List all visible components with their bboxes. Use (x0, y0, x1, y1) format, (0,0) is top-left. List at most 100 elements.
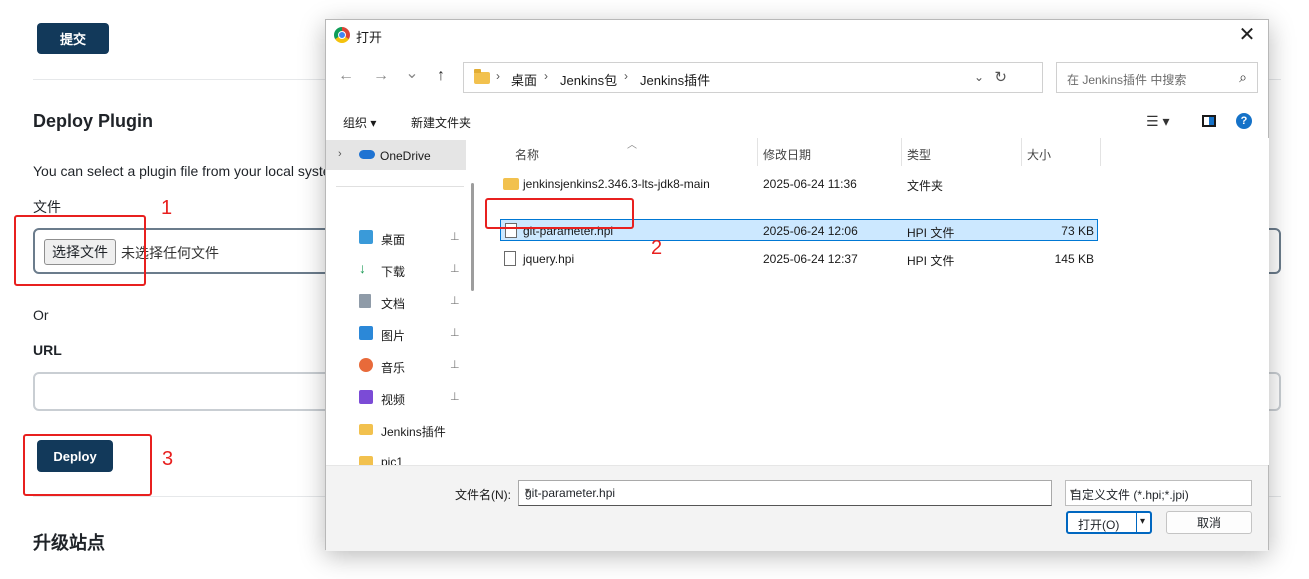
file-type: 文件夹 (907, 179, 944, 193)
pictures-icon (359, 326, 373, 340)
column-header-size[interactable]: 大小 (1027, 146, 1051, 163)
file-size: 145 KB (1054, 252, 1094, 266)
back-icon[interactable]: ← (336, 67, 356, 85)
file-date: 2025-06-24 12:37 (763, 252, 858, 266)
sidebar-item-label: 音乐 (381, 361, 406, 375)
chevron-down-icon[interactable]: ▾ (525, 486, 1045, 497)
breadcrumb-jenkins-plugins[interactable]: Jenkins插件 (640, 70, 710, 89)
music-icon (359, 358, 373, 372)
sidebar-item-label: 文档 (381, 297, 406, 311)
chevron-down-icon[interactable]: ▾ (1140, 516, 1145, 527)
cancel-button[interactable]: 取消 (1166, 511, 1252, 534)
pin-icon[interactable]: ⊥ (450, 230, 460, 243)
folder-icon (359, 424, 373, 435)
chevron-down-icon[interactable]: ▾ (1070, 487, 1245, 498)
breadcrumb-desktop[interactable]: 桌面 (511, 70, 537, 89)
search-box[interactable]: 在 Jenkins插件 中搜索 ⌕ (1056, 62, 1258, 93)
sidebar-item-label: Jenkins插件 (381, 425, 446, 439)
deploy-plugin-title: Deploy Plugin (33, 111, 154, 131)
help-icon[interactable]: ? (1236, 113, 1252, 129)
file-open-dialog: 打开 ✕ ← → ⌄ ↑ › 桌面 › Jenkins包 › Jenkins插件… (325, 19, 1269, 551)
sidebar-item-label: 下载 (381, 265, 406, 279)
column-separator[interactable] (1021, 138, 1022, 166)
column-header-type[interactable]: 类型 (907, 146, 931, 163)
split-divider (1136, 513, 1137, 532)
column-header-label: 名称 (515, 148, 540, 162)
preview-pane-icon[interactable] (1202, 115, 1216, 127)
sidebar-item-label: 桌面 (381, 233, 406, 247)
column-header-date[interactable]: 修改日期 (763, 146, 811, 163)
forward-icon[interactable]: → (371, 67, 391, 85)
pin-icon[interactable]: ⊥ (450, 390, 460, 403)
column-header-name[interactable]: 名称 (515, 146, 539, 163)
sidebar-item-jenkins-plugins[interactable]: Jenkins插件 (326, 414, 466, 444)
new-folder-button[interactable]: 新建文件夹 (411, 114, 471, 131)
sidebar-item-music[interactable]: 音乐 ⊥ (326, 350, 466, 380)
search-icon[interactable]: ⌕ (1239, 69, 1247, 86)
file-icon (504, 251, 516, 266)
file-date: 2025-06-24 12:06 (763, 224, 858, 238)
pin-icon[interactable]: ⊥ (450, 358, 460, 371)
column-separator[interactable] (1100, 138, 1101, 166)
sidebar-item-pictures[interactable]: 图片 ⊥ (326, 318, 466, 348)
address-bar[interactable]: › 桌面 › Jenkins包 › Jenkins插件 ⌄ ↻ (463, 62, 1043, 93)
dialog-footer: 文件名(N): git-parameter.hpi ▾ 自定义文件 (*.hpi… (326, 465, 1268, 551)
sidebar-item-desktop[interactable]: 桌面 ⊥ (326, 222, 466, 252)
folder-icon (474, 69, 490, 84)
table-row[interactable]: jenkinsjenkins2.346.3-lts-jdk8-main 2025… (500, 173, 1098, 195)
file-type-select[interactable]: 自定义文件 (*.hpi;*.jpi) ▾ (1065, 480, 1252, 506)
divider (336, 186, 464, 187)
submit-button[interactable]: 提交 (37, 23, 109, 54)
sidebar-item-documents[interactable]: 文档 ⊥ (326, 286, 466, 316)
file-date: 2025-06-24 11:36 (763, 177, 857, 191)
pin-icon[interactable]: ⊥ (450, 294, 460, 307)
address-row: ← → ⌄ ↑ › 桌面 › Jenkins包 › Jenkins插件 ⌄ ↻ … (326, 59, 1268, 95)
sidebar-item-downloads[interactable]: ↓ 下载 ⊥ (326, 254, 466, 284)
file-name: jquery.hpi (523, 252, 575, 266)
file-type: HPI 文件 (907, 254, 955, 268)
recent-locations-icon[interactable]: ⌄ (402, 63, 422, 83)
or-text: Or (33, 307, 49, 323)
sidebar-item-videos[interactable]: 视频 ⊥ (326, 382, 466, 412)
annotation-label-2: 2 (651, 237, 663, 259)
annotation-box-2 (485, 198, 634, 229)
table-row[interactable]: jquery.hpi 2025-06-24 12:37 HPI 文件 145 K… (500, 248, 1098, 270)
organize-menu[interactable]: 组织 ▾ (343, 114, 376, 131)
desktop-icon (359, 230, 373, 244)
sidebar-scrollbar[interactable] (471, 183, 474, 291)
close-icon[interactable]: ✕ (1236, 24, 1258, 46)
filename-label: 文件名(N): (455, 488, 511, 502)
breadcrumb-jenkins-package[interactable]: Jenkins包 (560, 70, 617, 89)
pin-icon[interactable]: ⊥ (450, 262, 460, 275)
sidebar-item-label: OneDrive (380, 149, 431, 163)
download-icon: ↓ (359, 260, 366, 276)
annotation-label-3: 3 (162, 448, 174, 470)
file-label: 文件 (33, 199, 61, 215)
sidebar-item-label: 视频 (381, 393, 406, 407)
column-separator[interactable] (757, 138, 758, 166)
column-separator[interactable] (901, 138, 902, 166)
view-menu-icon[interactable]: ☰ ▾ (1146, 113, 1169, 130)
sidebar-item-pic1[interactable]: pic1 (326, 446, 466, 469)
filename-input[interactable]: git-parameter.hpi ▾ (518, 480, 1052, 506)
file-type: HPI 文件 (907, 226, 955, 240)
chevron-right-icon: › (624, 69, 628, 83)
cloud-icon (359, 150, 375, 159)
update-site-title: 升级站点 (33, 533, 105, 553)
pin-icon[interactable]: ⊥ (450, 326, 460, 339)
refresh-icon[interactable]: ↻ (994, 68, 1007, 86)
chrome-icon (334, 27, 350, 43)
dialog-titlebar: 打开 ✕ (326, 20, 1268, 50)
dialog-title: 打开 (356, 30, 383, 45)
annotation-label-1: 1 (161, 197, 173, 219)
sidebar-item-onedrive[interactable]: › OneDrive (326, 140, 466, 170)
up-icon[interactable]: ↑ (431, 67, 451, 85)
navigation-pane: › OneDrive 桌面 ⊥ ↓ 下载 ⊥ 文档 ⊥ 图片 ⊥ 音乐 ⊥ 视频… (326, 138, 482, 469)
chevron-down-icon[interactable]: ⌄ (974, 70, 984, 84)
folder-icon (503, 178, 519, 190)
url-label: URL (33, 342, 62, 358)
open-button[interactable]: 打开(O) ▾ (1066, 511, 1152, 534)
chevron-right-icon: › (544, 69, 548, 83)
chevron-right-icon[interactable]: › (338, 148, 342, 160)
search-placeholder: 在 Jenkins插件 中搜索 (1067, 73, 1187, 87)
